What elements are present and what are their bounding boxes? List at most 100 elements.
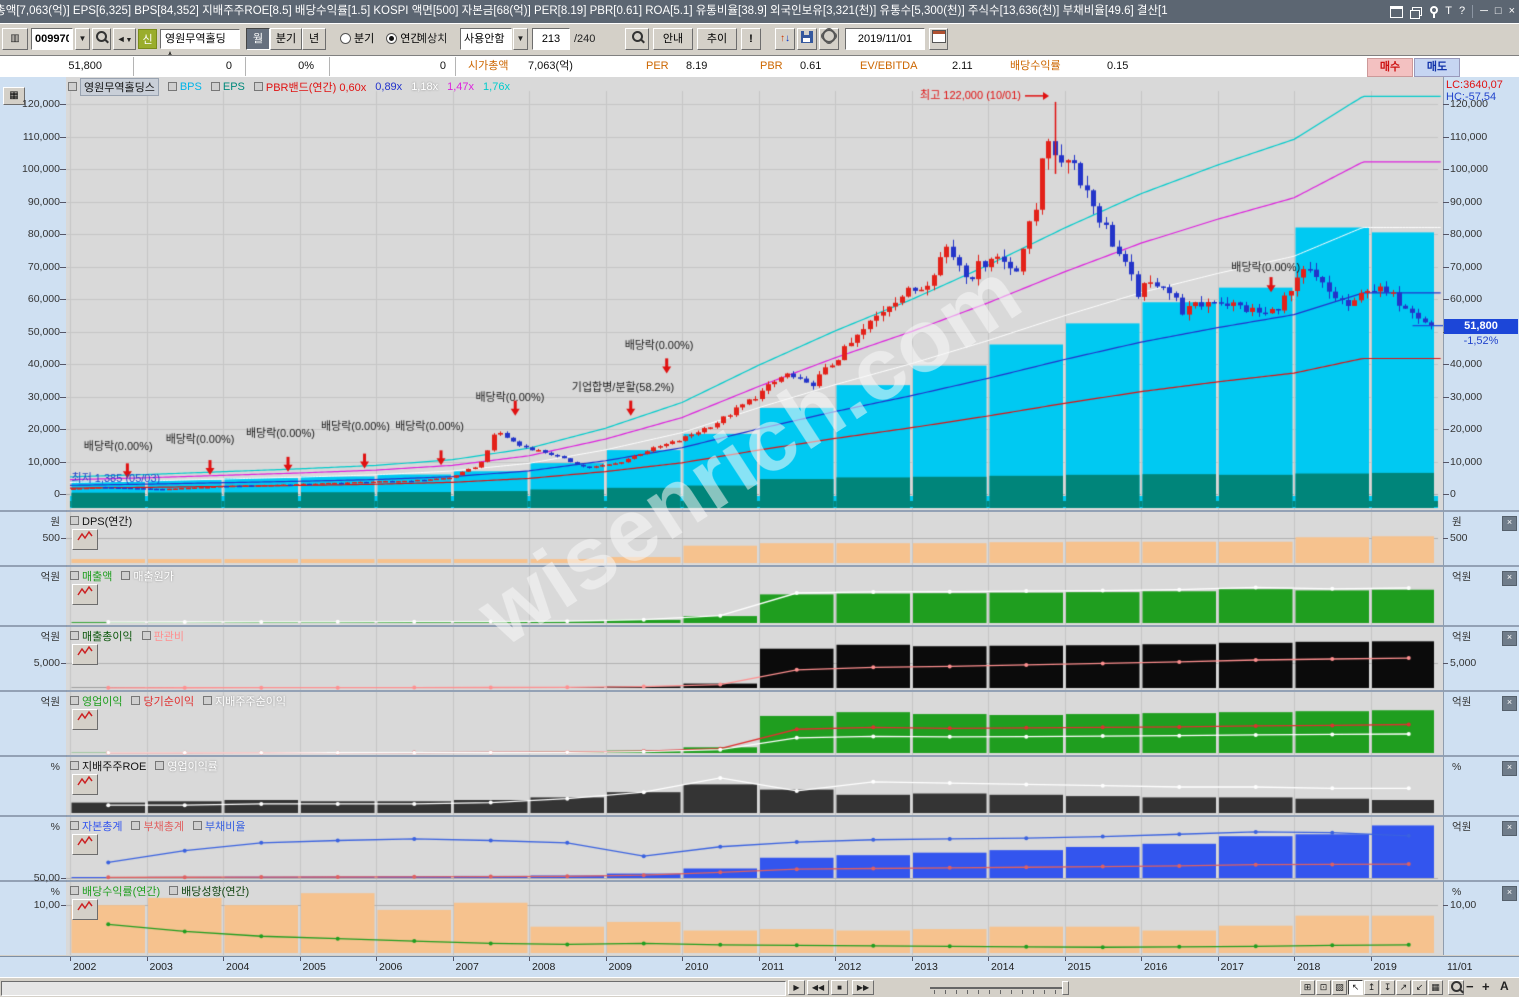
candle-count-input[interactable] xyxy=(532,28,570,50)
legend-item-0[interactable]: BPS xyxy=(168,81,202,93)
legend-item-3[interactable]: 0,89x xyxy=(375,81,402,93)
chart-window-icon-button[interactable]: ▥ xyxy=(2,28,28,50)
zoom-in-button[interactable]: + xyxy=(1482,979,1490,994)
h-scrollbar[interactable] xyxy=(1,981,786,996)
stock-search-button[interactable] xyxy=(92,28,111,50)
sound-button[interactable]: ◄▼ xyxy=(113,28,136,50)
bottom-tool-6[interactable]: ↗ xyxy=(1396,980,1411,995)
window-layout-icon[interactable] xyxy=(1410,7,1421,17)
period-button-월[interactable]: 월 xyxy=(246,28,270,50)
panel-legend-item[interactable]: DPS(연간) xyxy=(70,513,132,529)
bottom-tool-3[interactable]: ↖ xyxy=(1348,980,1363,995)
legend-item-stock[interactable]: 영원무역홀딩스 xyxy=(68,78,159,96)
zoom-search-button[interactable] xyxy=(625,28,649,50)
zoom-slider-track[interactable] xyxy=(930,987,1068,989)
toolbar-button-2[interactable]: ! xyxy=(741,28,761,50)
close-button[interactable]: × xyxy=(1509,0,1515,23)
bottom-magnifier-button[interactable] xyxy=(1448,980,1464,995)
panel-legend-item[interactable]: 매출원가 xyxy=(121,568,173,584)
buy-button[interactable]: 매수 xyxy=(1367,58,1413,77)
estimate-select-arrow[interactable]: ▼ xyxy=(513,28,528,50)
settings-button[interactable] xyxy=(819,28,839,50)
panel-close-button[interactable]: × xyxy=(1502,571,1517,586)
minimize-button[interactable]: ─ xyxy=(1480,0,1488,23)
panel-legend-item[interactable]: 영업이익률 xyxy=(155,758,218,774)
panel-chart-icon-button[interactable] xyxy=(72,899,98,920)
panel-close-button[interactable]: × xyxy=(1502,696,1517,711)
zoom-slider-handle[interactable] xyxy=(1062,981,1069,995)
legend-item-1[interactable]: EPS xyxy=(211,81,245,93)
panel-legend-item[interactable]: 부채총계 xyxy=(131,818,183,834)
panel-canvas-gross-profit[interactable] xyxy=(66,627,1443,690)
y-axis-tick xyxy=(60,267,66,268)
panel-chart-icon-button[interactable] xyxy=(72,529,98,550)
panel-legend-item[interactable]: 매출총이익 xyxy=(70,628,133,644)
bottom-tool-7[interactable]: ↙ xyxy=(1412,980,1427,995)
panel-chart-icon-button[interactable] xyxy=(72,709,98,730)
stock-name-field[interactable]: 영원무역홀딩스 xyxy=(160,29,240,49)
nav-button-0[interactable]: ▶ xyxy=(788,980,805,995)
toolbar-button-0[interactable]: 안내 xyxy=(653,28,693,50)
panel-canvas-roe[interactable] xyxy=(66,757,1443,815)
legend-item-2[interactable]: PBR밴드(연간) 0,60x xyxy=(254,79,366,95)
y-axis-tick xyxy=(1443,364,1449,365)
code-dropdown-button[interactable]: ▼ xyxy=(75,28,90,50)
panel-legend-item[interactable]: 지배주주ROE xyxy=(70,758,146,774)
nav-button-2[interactable]: ■ xyxy=(831,980,848,995)
legend-item-4[interactable]: 1,18x xyxy=(411,81,438,93)
legend-item-6[interactable]: 1,76x xyxy=(483,81,510,93)
panel-close-button[interactable]: × xyxy=(1502,761,1517,776)
panel-legend-item[interactable]: 판관비 xyxy=(142,628,184,644)
panel-close-button[interactable]: × xyxy=(1502,631,1517,646)
radio-분기[interactable]: 분기 xyxy=(340,33,374,45)
panel-chart-icon-button[interactable] xyxy=(72,584,98,605)
main-chart-canvas[interactable] xyxy=(66,77,1443,510)
pin-icon[interactable] xyxy=(1428,6,1438,18)
bottom-tool-5[interactable]: ↧ xyxy=(1380,980,1395,995)
help-icon[interactable]: ? xyxy=(1459,0,1465,23)
panel-chart-icon-button[interactable] xyxy=(72,774,98,795)
panel-legend-item[interactable]: 당기순이익 xyxy=(131,693,194,709)
radio-연간[interactable]: 연간 xyxy=(386,33,420,45)
estimate-select[interactable]: 사용안함 xyxy=(460,28,512,50)
save-button[interactable] xyxy=(797,28,817,50)
panel-chart-icon-button[interactable] xyxy=(72,834,98,855)
bottom-tool-8[interactable]: ▦ xyxy=(1428,980,1443,995)
panel-close-button[interactable]: × xyxy=(1502,886,1517,901)
legend-item-5[interactable]: 1,47x xyxy=(447,81,474,93)
bottom-tool-4[interactable]: ↥ xyxy=(1364,980,1379,995)
panel-chart-icon-button[interactable] xyxy=(72,644,98,665)
bottom-tool-1[interactable]: ⊡ xyxy=(1316,980,1331,995)
bottom-tool-2[interactable]: ▨ xyxy=(1332,980,1347,995)
date-input[interactable] xyxy=(845,28,925,50)
calendar-button[interactable] xyxy=(929,28,948,50)
panel-close-button[interactable]: × xyxy=(1502,516,1517,531)
stock-code-input[interactable] xyxy=(31,28,73,50)
sort-arrows-button[interactable]: ↑↓ xyxy=(775,28,795,50)
panel-canvas-capital[interactable] xyxy=(66,817,1443,880)
toolbar-button-1[interactable]: 추이 xyxy=(697,28,737,50)
period-button-분기[interactable]: 분기 xyxy=(270,28,302,50)
quote-field-label: 배당수익률 xyxy=(1010,58,1061,75)
nav-button-3[interactable]: ▶▶ xyxy=(852,980,874,995)
panel-legend-item[interactable]: 배당수익률(연간) xyxy=(70,883,160,899)
nav-button-1[interactable]: ◀◀ xyxy=(807,980,829,995)
zoom-out-button[interactable]: − xyxy=(1466,979,1474,994)
window-style-icon[interactable] xyxy=(1390,6,1403,18)
panel-legend-item[interactable]: 부채비율 xyxy=(193,818,245,834)
period-button-년[interactable]: 년 xyxy=(302,28,326,50)
text-tool-icon[interactable]: T xyxy=(1445,0,1452,23)
panel-canvas-dps[interactable] xyxy=(66,512,1443,565)
sell-button[interactable]: 매도 xyxy=(1414,58,1460,77)
panel-legend-item[interactable]: 지배주주순이익 xyxy=(203,693,286,709)
panel-close-button[interactable]: × xyxy=(1502,821,1517,836)
font-size-button[interactable]: A xyxy=(1500,979,1509,993)
panel-legend-item[interactable]: 영업이익 xyxy=(70,693,122,709)
panel-legend-item[interactable]: 매출액 xyxy=(70,568,112,584)
bottom-tool-0[interactable]: ⊞ xyxy=(1300,980,1315,995)
panel-canvas-revenue[interactable] xyxy=(66,567,1443,625)
maximize-button[interactable]: □ xyxy=(1495,0,1502,23)
panel-legend-item[interactable]: 배당성향(연간) xyxy=(169,883,249,899)
panel-legend-item[interactable]: 자본총계 xyxy=(70,818,122,834)
panel-canvas-dividend[interactable] xyxy=(66,882,1443,955)
